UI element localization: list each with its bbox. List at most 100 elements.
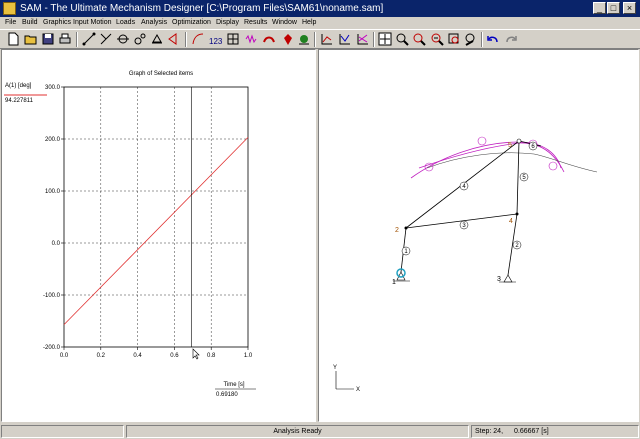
zoom-fit-icon[interactable] bbox=[447, 32, 461, 46]
status-step: Step: 24, bbox=[475, 428, 504, 435]
redo-icon[interactable] bbox=[504, 32, 518, 46]
graph-pane[interactable]: Graph of Selected items A(1) [deg] 94.22… bbox=[1, 49, 316, 422]
menu-build[interactable]: Build bbox=[22, 17, 38, 29]
trace-path bbox=[418, 142, 565, 173]
toolbar-separator bbox=[481, 32, 483, 47]
x-tick-label: 0.4 bbox=[133, 353, 142, 359]
plot-axes: -200.0 -100.0 0.0 100.0 200.0 300.0 0.0 0.2 0.4 0… bbox=[43, 85, 253, 359]
zoom-in-icon[interactable] bbox=[412, 32, 426, 46]
menu-file[interactable]: File bbox=[5, 17, 16, 29]
node-label: 1 bbox=[392, 279, 396, 286]
trace-marker bbox=[477, 136, 487, 146]
mechanism-pane[interactable]: 1 2 3 4 5 6 1 2 3 4 5 X Y bbox=[318, 49, 639, 422]
support-icon[interactable] bbox=[150, 32, 164, 46]
node-icon[interactable] bbox=[82, 32, 96, 46]
svg-text:123: 123 bbox=[209, 37, 222, 46]
legend-label: A(1) [deg] bbox=[5, 83, 32, 89]
trace-path bbox=[410, 141, 562, 179]
toolbar-separator bbox=[185, 32, 187, 47]
spring-icon[interactable] bbox=[244, 32, 258, 46]
menu-graphics[interactable]: Graphics bbox=[43, 17, 71, 29]
toolbar-separator bbox=[76, 32, 78, 47]
graph3-icon[interactable] bbox=[356, 32, 370, 46]
node-2[interactable] bbox=[404, 226, 408, 230]
slider-icon[interactable] bbox=[116, 32, 130, 46]
zoom-icon[interactable] bbox=[395, 32, 409, 46]
support-3 bbox=[503, 274, 513, 283]
mechanism-canvas[interactable]: 1 2 3 4 5 6 1 2 3 4 5 X Y bbox=[319, 50, 638, 421]
node-5[interactable] bbox=[516, 138, 522, 144]
series-layer bbox=[63, 87, 249, 347]
node-label: 4 bbox=[509, 218, 513, 225]
open-icon[interactable] bbox=[24, 32, 38, 46]
mass-icon[interactable] bbox=[281, 32, 295, 46]
undo-icon[interactable] bbox=[486, 32, 500, 46]
menu-input-motion[interactable]: Input Motion bbox=[73, 17, 112, 29]
status-bar: Analysis Ready Step: 24, 0.66667 [s] bbox=[0, 424, 640, 439]
link-5[interactable] bbox=[516, 140, 520, 215]
y-tick-label: -100.0 bbox=[43, 293, 61, 299]
menu-window[interactable]: Window bbox=[272, 17, 297, 29]
y-tick-label: 200.0 bbox=[45, 137, 61, 143]
menu-analysis[interactable]: Analysis bbox=[141, 17, 167, 29]
zoom-out-icon[interactable] bbox=[430, 32, 444, 46]
y-axis-label: Y bbox=[333, 365, 337, 371]
legend-value: 94.227811 bbox=[5, 98, 34, 104]
graph-canvas[interactable]: Graph of Selected items A(1) [deg] 94.22… bbox=[2, 50, 315, 421]
y-tick-label: 300.0 bbox=[45, 85, 61, 91]
node-label: 3 bbox=[497, 276, 501, 283]
mouse-pointer-icon bbox=[192, 348, 200, 360]
x-tick-label: 0.2 bbox=[97, 353, 106, 359]
damper-icon[interactable] bbox=[262, 32, 276, 46]
x-readout: 0.69180 bbox=[216, 392, 238, 398]
grid-icon[interactable] bbox=[226, 32, 240, 46]
x-tick-label: 1.0 bbox=[244, 353, 253, 359]
y-tick-label: -200.0 bbox=[43, 345, 61, 351]
menu-help[interactable]: Help bbox=[302, 17, 316, 29]
menu-display[interactable]: Display bbox=[216, 17, 239, 29]
graph2-icon[interactable] bbox=[338, 32, 352, 46]
force-icon[interactable] bbox=[167, 32, 181, 46]
x-axis-label: X bbox=[356, 387, 360, 393]
menu-bar: File Build Graphics Input Motion Loads A… bbox=[0, 17, 640, 29]
beam-icon[interactable] bbox=[99, 32, 113, 46]
y-tick-label: 0.0 bbox=[52, 241, 61, 247]
friction-icon[interactable] bbox=[297, 32, 311, 46]
x-tick-label: 0.0 bbox=[60, 353, 69, 359]
title-bar: SAM - The Ultimate Mechanism Designer [C… bbox=[0, 0, 640, 17]
cursor-icon[interactable] bbox=[378, 32, 392, 46]
pan-icon[interactable] bbox=[464, 32, 478, 46]
gear-icon[interactable] bbox=[133, 32, 147, 46]
app-icon bbox=[3, 2, 16, 15]
save-icon[interactable] bbox=[41, 32, 55, 46]
status-time: 0.66667 [s] bbox=[514, 428, 549, 435]
series-line bbox=[63, 137, 249, 325]
x-tick-label: 0.6 bbox=[170, 353, 179, 359]
graph-title: Graph of Selected items bbox=[129, 71, 193, 77]
status-message: Analysis Ready bbox=[126, 425, 469, 438]
numbering-icon[interactable]: 123 bbox=[208, 32, 222, 46]
grid-lines bbox=[64, 87, 248, 347]
trace-marker bbox=[548, 161, 558, 171]
close-button[interactable]: × bbox=[623, 2, 636, 14]
toolbar-separator bbox=[373, 32, 375, 47]
toolbar-separator bbox=[314, 32, 316, 47]
x-tick-label: 0.8 bbox=[207, 353, 216, 359]
toolbar: 123 bbox=[0, 29, 640, 49]
node-label: 2 bbox=[395, 227, 399, 234]
y-tick-label: 100.0 bbox=[45, 189, 61, 195]
minimize-button[interactable]: _ bbox=[593, 2, 606, 14]
print-icon[interactable] bbox=[58, 32, 72, 46]
maximize-button[interactable]: □ bbox=[607, 2, 620, 14]
window-title: SAM - The Ultimate Mechanism Designer [C… bbox=[20, 3, 384, 14]
node-label: 5 bbox=[508, 142, 512, 149]
menu-optimization[interactable]: Optimization bbox=[172, 17, 211, 29]
menu-results[interactable]: Results bbox=[244, 17, 267, 29]
status-step-panel: Step: 24, 0.66667 [s] bbox=[471, 425, 639, 438]
node-4[interactable] bbox=[515, 212, 519, 216]
menu-loads[interactable]: Loads bbox=[116, 17, 135, 29]
new-icon[interactable] bbox=[6, 32, 20, 46]
graph-icon[interactable] bbox=[320, 32, 334, 46]
path-icon[interactable] bbox=[191, 32, 205, 46]
x-axis-title: Time [s] bbox=[223, 382, 244, 388]
